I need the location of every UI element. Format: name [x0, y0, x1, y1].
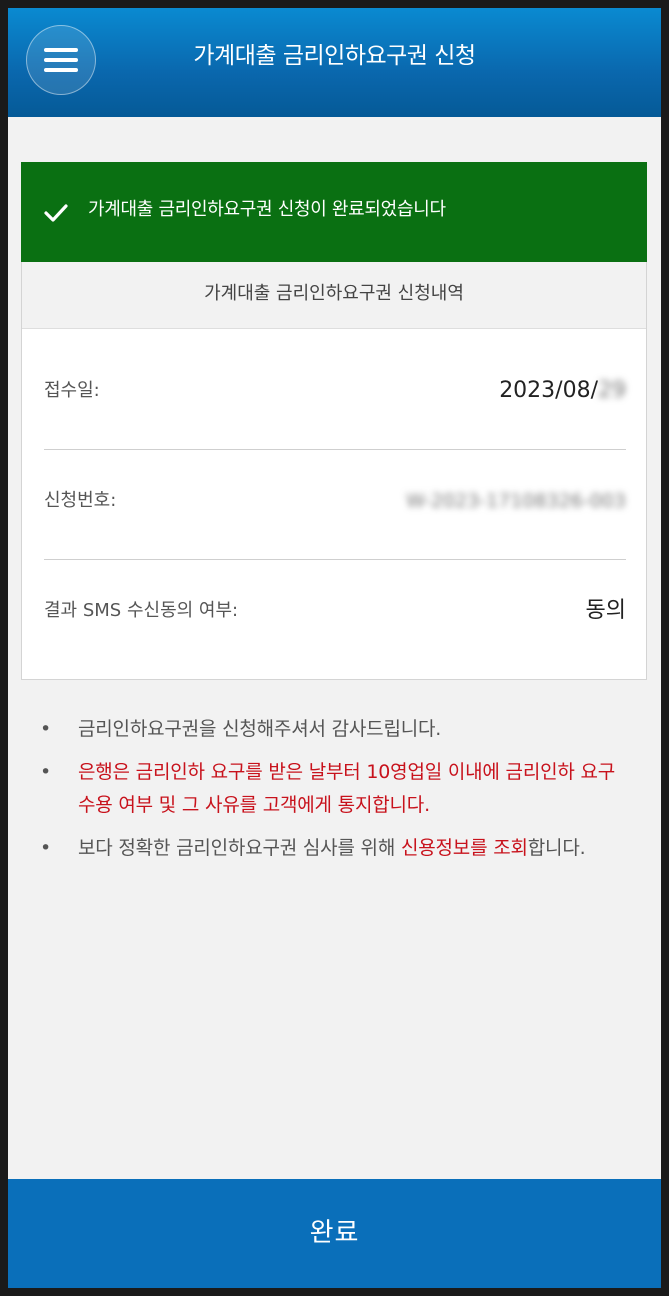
page-title: 가계대출 금리인하요구권 신청	[193, 43, 476, 69]
success-message: 가계대출 금리인하요구권 신청이 완료되었습니다	[88, 199, 446, 220]
result-card: 가계대출 금리인하요구권 신청이 완료되었습니다 가계대출 금리인하요구권 신청…	[21, 162, 647, 680]
row-divider	[44, 559, 626, 560]
checkmark-icon	[44, 204, 68, 222]
received-date-value: 2023/08/29	[499, 375, 626, 407]
masked-day: 29	[598, 378, 626, 403]
menu-line	[44, 68, 78, 72]
masked-application-number: W-2023-17108326-003	[406, 490, 626, 512]
received-date-label: 접수일:	[44, 380, 100, 401]
sms-consent-value: 동의	[585, 598, 626, 623]
app-frame: 가계대출 금리인하요구권 신청 가계대출 금리인하요구권 신청이 완료되었습니다…	[8, 8, 661, 1288]
sms-consent-label: 결과 SMS 수신동의 여부:	[44, 600, 239, 621]
notice-item: • 금리인하요구권을 신청해주셔서 감사드립니다.	[40, 713, 630, 746]
bullet-icon: •	[40, 761, 52, 783]
bullet-icon: •	[40, 837, 52, 859]
details-section-header: 가계대출 금리인하요구권 신청내역	[22, 262, 646, 329]
notice-list: • 금리인하요구권을 신청해주셔서 감사드립니다. • 은행은 금리인하 요구를…	[40, 713, 630, 875]
credit-inquiry-highlight: 신용정보를 조회	[400, 837, 528, 859]
success-banner: 가계대출 금리인하요구권 신청이 완료되었습니다	[21, 162, 647, 262]
app-header: 가계대출 금리인하요구권 신청	[8, 8, 661, 117]
menu-line	[44, 58, 78, 62]
complete-button[interactable]: 완료	[8, 1179, 661, 1288]
details-section-title: 가계대출 금리인하요구권 신청내역	[204, 283, 464, 304]
application-number-value: W-2023-17108326-003	[406, 485, 626, 517]
bullet-icon: •	[40, 718, 52, 740]
hamburger-menu-icon[interactable]	[26, 25, 96, 95]
notice-item-important: • 은행은 금리인하 요구를 받은 날부터 10영업일 이내에 금리인하 요구 …	[40, 756, 630, 822]
menu-line	[44, 48, 78, 52]
notice-item: • 보다 정확한 금리인하요구권 심사를 위해 신용정보를 조회합니다.	[40, 832, 630, 865]
row-divider	[44, 449, 626, 450]
application-number-label: 신청번호:	[44, 490, 117, 511]
